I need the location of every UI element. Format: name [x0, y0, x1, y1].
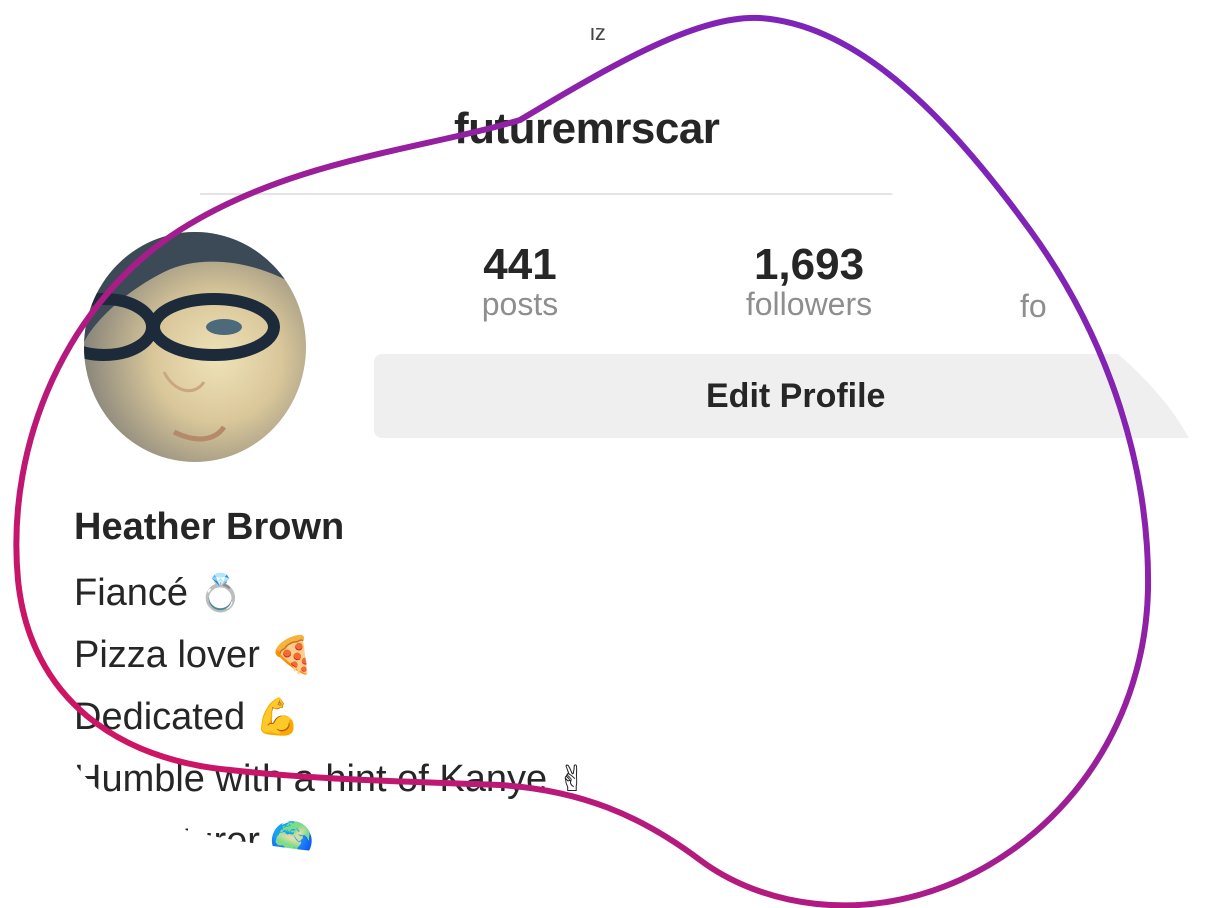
highlight-outline	[13, 14, 1152, 908]
canvas: iz futuremrscar 441 posts 1,693 follower…	[0, 0, 1218, 908]
